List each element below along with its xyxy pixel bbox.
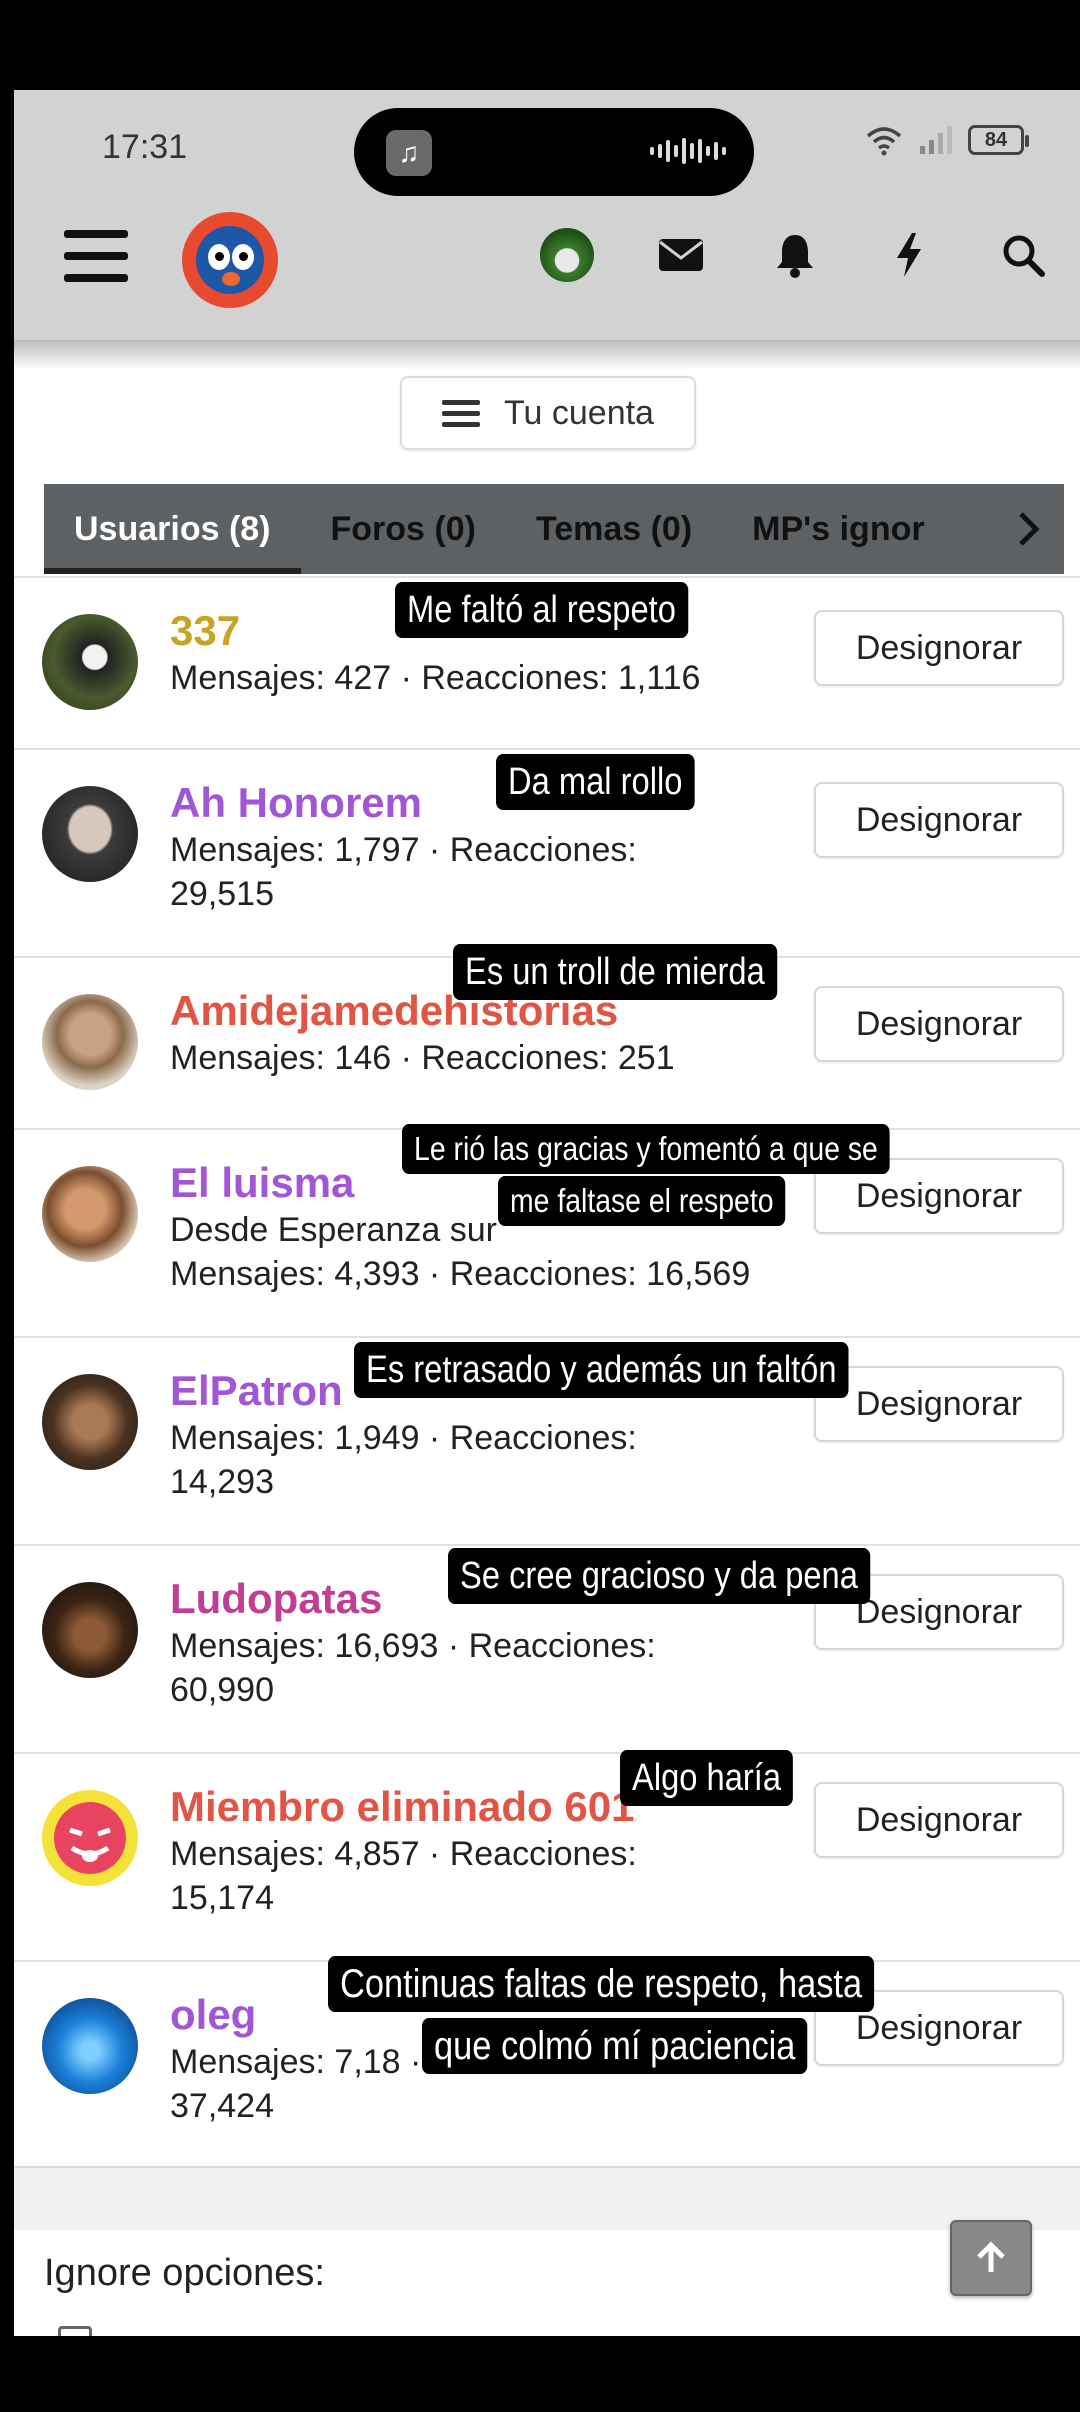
ignored-users-list: 337 Mensajes: 427 · Reacciones: 1,116 De… bbox=[14, 576, 1080, 2168]
lightning-icon[interactable] bbox=[880, 226, 938, 284]
status-time: 17:31 bbox=[102, 128, 188, 166]
list-item: 337 Mensajes: 427 · Reacciones: 1,116 De… bbox=[14, 576, 1080, 748]
menu-icon[interactable] bbox=[64, 230, 128, 282]
signal-icon bbox=[920, 126, 952, 154]
overlay-note: Es un troll de mierda bbox=[453, 944, 777, 1000]
music-app-icon: ♫ bbox=[386, 130, 432, 176]
list-footer bbox=[14, 2166, 1080, 2230]
search-icon[interactable] bbox=[994, 226, 1052, 284]
user-stats: Mensajes: 427 · Reacciones: 1,116 bbox=[170, 659, 701, 697]
scroll-to-top-button[interactable] bbox=[950, 2220, 1032, 2296]
unignore-button[interactable]: Designorar bbox=[814, 1366, 1064, 1442]
app-screen: 17:31 ♫ 84 Tu cuenta Usuarios (8) Foros … bbox=[14, 90, 1080, 2336]
arrow-up-icon bbox=[977, 2241, 1005, 2272]
dynamic-island: ♫ bbox=[354, 108, 754, 196]
list-item: El luisma Desde Esperanza sur Mensajes: … bbox=[14, 1124, 1080, 1336]
tab-mps[interactable]: MP's ignor bbox=[722, 484, 954, 574]
user-stats: Mensajes: 1,797 · Reacciones: 29,515 bbox=[170, 831, 637, 913]
envelope-icon[interactable] bbox=[652, 226, 710, 284]
unignore-button[interactable]: Designorar bbox=[814, 1782, 1064, 1858]
overlay-note: que colmó mí paciencia bbox=[422, 2018, 808, 2074]
avatar bbox=[42, 1582, 138, 1678]
avatar bbox=[42, 994, 138, 1090]
user-stats: Mensajes: 1,949 · Reacciones: 14,293 bbox=[170, 1419, 637, 1501]
site-logo[interactable] bbox=[182, 212, 278, 308]
list-item: Miembro eliminado 601 Mensajes: 4,857 · … bbox=[14, 1750, 1080, 1960]
header-actions bbox=[538, 226, 1052, 284]
avatar bbox=[42, 1374, 138, 1470]
list-item: Ludopatas Mensajes: 16,693 · Reacciones:… bbox=[14, 1544, 1080, 1752]
username[interactable]: Ah Honorem bbox=[170, 778, 810, 828]
status-icons: 84 bbox=[864, 124, 1029, 156]
unignore-button[interactable]: Designorar bbox=[814, 782, 1064, 858]
user-stats: Mensajes: 4,857 · Reacciones: 15,174 bbox=[170, 1835, 637, 1917]
avatar bbox=[42, 1790, 138, 1886]
overlay-note: Se cree gracioso y da pena bbox=[448, 1548, 870, 1604]
user-avatar[interactable] bbox=[538, 226, 596, 284]
list-item: ElPatron Mensajes: 1,949 · Reacciones: 1… bbox=[14, 1336, 1080, 1544]
avatar bbox=[42, 786, 138, 882]
avatar bbox=[42, 1998, 138, 2094]
unignore-button[interactable]: Designorar bbox=[814, 986, 1064, 1062]
header-shadow bbox=[14, 340, 1080, 370]
overlay-note: Da mal rollo bbox=[496, 754, 695, 810]
list-item: Ah Honorem Mensajes: 1,797 · Reacciones:… bbox=[14, 748, 1080, 956]
list-item: oleg Mensajes: 7,18 · Reacciones: 37,424… bbox=[14, 1956, 1080, 2168]
avatar bbox=[42, 614, 138, 710]
tab-usuarios[interactable]: Usuarios (8) bbox=[44, 484, 301, 574]
tab-temas[interactable]: Temas (0) bbox=[506, 484, 722, 574]
user-stats: Mensajes: 4,393 · Reacciones: 16,569 bbox=[170, 1255, 751, 1293]
option-row-partial bbox=[44, 2322, 1044, 2336]
overlay-note: Es retrasado y además un faltón bbox=[354, 1342, 849, 1398]
unignore-button[interactable]: Designorar bbox=[814, 610, 1064, 686]
audio-wave-icon bbox=[650, 138, 726, 164]
ignore-options-heading: Ignore opciones: bbox=[44, 2252, 325, 2294]
user-stats: Mensajes: 16,693 · Reacciones: 60,990 bbox=[170, 1627, 656, 1709]
avatar bbox=[42, 1166, 138, 1262]
battery-icon: 84 bbox=[968, 125, 1029, 155]
list-item: Amidejamedehistorias Mensajes: 146 · Rea… bbox=[14, 944, 1080, 1128]
chevron-right-icon[interactable] bbox=[994, 484, 1064, 574]
overlay-note: Me faltó al respeto bbox=[395, 582, 688, 638]
overlay-note: me faltase el respeto bbox=[498, 1176, 786, 1226]
user-stats: Mensajes: 146 · Reacciones: 251 bbox=[170, 1039, 675, 1077]
bell-icon[interactable] bbox=[766, 226, 824, 284]
top-bar: 17:31 ♫ 84 bbox=[14, 90, 1080, 340]
account-menu-button[interactable]: Tu cuenta bbox=[400, 376, 696, 450]
ignored-tabs: Usuarios (8) Foros (0) Temas (0) MP's ig… bbox=[44, 484, 1064, 574]
overlay-note: Algo haría bbox=[620, 1750, 794, 1806]
overlay-note: Le rió las gracias y fomentó a que se bbox=[402, 1124, 890, 1174]
tab-foros[interactable]: Foros (0) bbox=[301, 484, 506, 574]
overlay-note: Continuas faltas de respeto, hasta bbox=[328, 1956, 875, 2012]
menu-icon bbox=[442, 394, 481, 433]
account-menu-label: Tu cuenta bbox=[504, 393, 654, 432]
checkbox[interactable] bbox=[58, 2326, 92, 2336]
wifi-icon bbox=[866, 127, 902, 156]
